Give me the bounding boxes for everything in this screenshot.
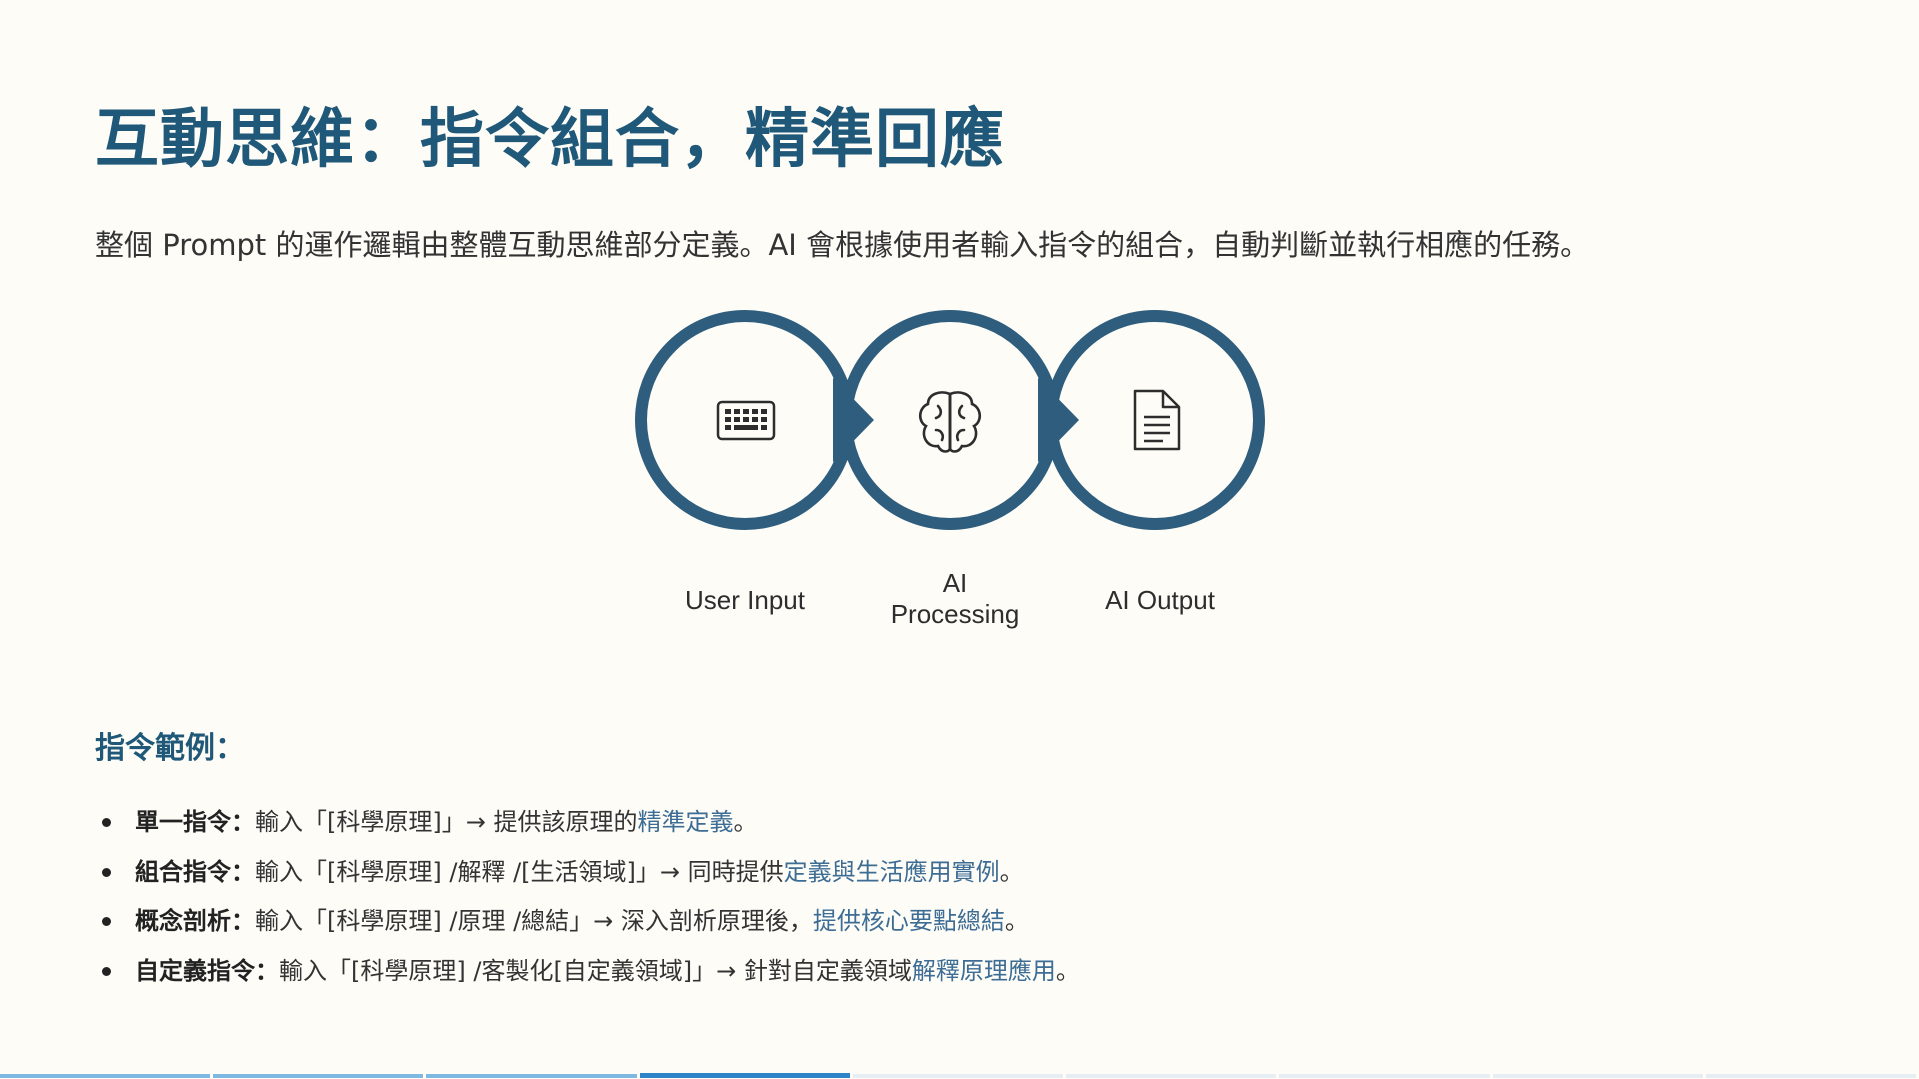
example-highlight: 精準定義 xyxy=(637,808,734,836)
example-label: 單一指令： xyxy=(135,808,255,836)
example-highlight: 解釋原理應用 xyxy=(911,956,1056,985)
progress-segment-7[interactable] xyxy=(1279,1074,1490,1078)
example-text: 輸入「[科學原理] /原理 /總結」→ 深入剖析原理後， xyxy=(255,907,813,935)
example-text: 輸入「[科學原理]」→ 提供該原理的 xyxy=(255,808,638,836)
progress-segment-5[interactable] xyxy=(852,1074,1064,1078)
bullet-icon xyxy=(102,867,111,877)
examples-heading: 指令範例： xyxy=(95,731,245,766)
example-label: 概念剖析： xyxy=(135,907,255,935)
example-text: 輸入「[科學原理] /客製化[自定義領域]」→ 針對自定義領域 xyxy=(279,956,912,985)
progress-segment-9[interactable] xyxy=(1705,1074,1916,1078)
example-text: 輸入「[科學原理] /解釋 /[生活領域]」→ 同時提供 xyxy=(255,857,784,886)
list-item: 組合指令：輸入「[科學原理] /解釋 /[生活領域]」→ 同時提供定義與生活應用… xyxy=(95,850,1080,900)
example-end: 。 xyxy=(1055,956,1080,985)
slide-progress-bar[interactable] xyxy=(0,1073,1919,1079)
example-label: 自定義指令： xyxy=(135,956,279,985)
bullet-icon xyxy=(102,917,111,926)
bullet-icon xyxy=(102,818,111,827)
list-item: 單一指令：輸入「[科學原理]」→ 提供該原理的精準定義。 xyxy=(95,800,1080,850)
list-item: 概念剖析：輸入「[科學原理] /原理 /總結」→ 深入剖析原理後，提供核心要點總… xyxy=(95,899,1080,949)
example-end: 。 xyxy=(1004,907,1029,935)
list-item: 自定義指令：輸入「[科學原理] /客製化[自定義領域]」→ 針對自定義領域解釋原… xyxy=(95,949,1080,999)
step-label-ai-output: AI Output xyxy=(1105,585,1215,615)
page-subtitle: 整個 Prompt 的運作邏輯由整體互動思維部分定義。AI 會根據使用者輸入指令… xyxy=(95,228,1590,262)
examples-list: 單一指令：輸入「[科學原理]」→ 提供該原理的精準定義。 組合指令：輸入「[科學… xyxy=(95,800,1080,998)
progress-segment-1[interactable] xyxy=(0,1074,211,1078)
example-end: 。 xyxy=(999,857,1024,886)
ring-ai-output xyxy=(1045,310,1265,530)
progress-segment-3[interactable] xyxy=(426,1074,637,1078)
progress-segment-6[interactable] xyxy=(1066,1074,1277,1078)
document-icon xyxy=(1133,389,1181,451)
brain-icon xyxy=(918,391,982,453)
example-label: 組合指令： xyxy=(135,857,255,886)
progress-segment-4[interactable] xyxy=(639,1073,850,1078)
example-end: 。 xyxy=(733,808,758,836)
keyboard-icon xyxy=(716,400,776,441)
step-label-user-input: User Input xyxy=(685,585,805,615)
example-highlight: 提供核心要點總結 xyxy=(812,907,1005,935)
slide: 互動思維：指令組合，精準回應 整個 Prompt 的運作邏輯由整體互動思維部分定… xyxy=(0,0,1919,1079)
example-highlight: 定義與生活應用實例 xyxy=(783,857,1000,886)
page-title: 互動思維：指令組合，精準回應 xyxy=(95,103,1005,177)
flow-diagram: User Input AI Processing AI Output xyxy=(620,300,1300,640)
bullet-icon xyxy=(102,966,111,976)
step-label-ai-processing: AI Processing xyxy=(890,568,1020,629)
progress-segment-8[interactable] xyxy=(1492,1074,1703,1078)
progress-segment-2[interactable] xyxy=(213,1074,424,1078)
